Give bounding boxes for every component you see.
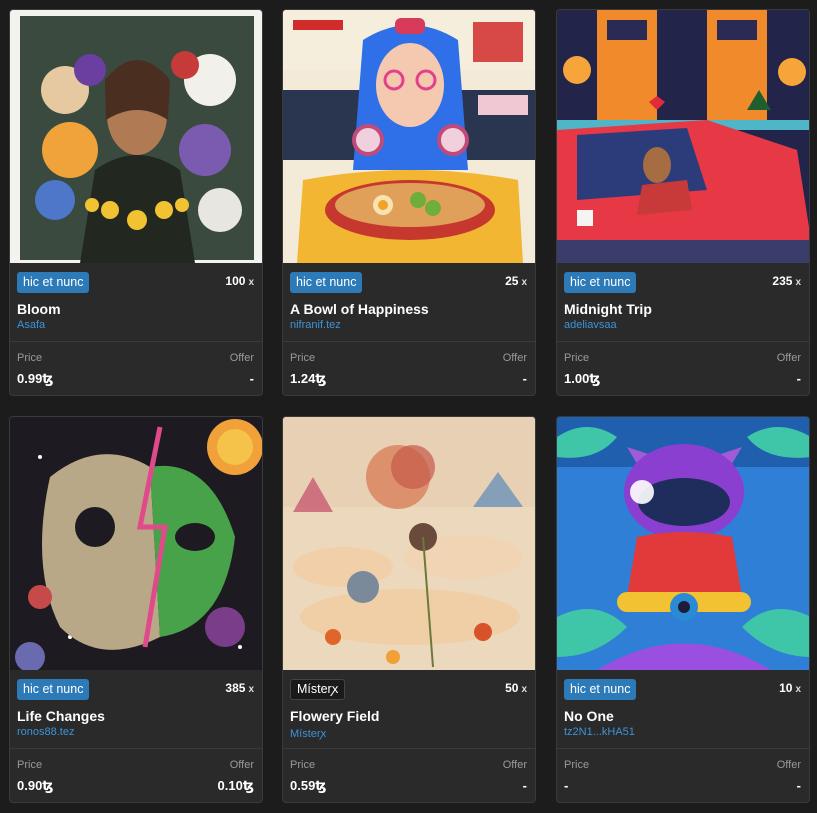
offer-label: Offer xyxy=(502,352,527,364)
divider xyxy=(557,341,809,342)
price-value: 0.99ꜩ xyxy=(17,371,54,386)
offer-value: - xyxy=(522,778,527,793)
offer-value: 0.10ꜩ xyxy=(217,778,254,793)
ramen-girl-art xyxy=(283,10,535,263)
edition-count: 100 x xyxy=(225,274,254,288)
offer-value: - xyxy=(249,371,254,386)
robot-cat-scooter-art xyxy=(557,417,809,670)
offer-label: Offer xyxy=(229,759,254,771)
nft-card[interactable]: Místerꭗ 50 x Flowery Field Místerꭗ Price … xyxy=(282,416,536,803)
artwork-image[interactable] xyxy=(10,417,262,670)
creator-link[interactable]: ronos88.tez xyxy=(17,726,74,738)
artwork-title[interactable]: Bloom xyxy=(17,301,61,317)
price-label: Price xyxy=(564,352,590,364)
artwork-title[interactable]: A Bowl of Happiness xyxy=(290,301,429,317)
price-label: Price xyxy=(564,759,590,771)
divider xyxy=(10,748,262,749)
nft-card[interactable]: hic et nunc 10 x No One tz2N1...kHA51 Pri… xyxy=(556,416,810,803)
skull-alien-art xyxy=(10,417,262,670)
artwork-title[interactable]: Life Changes xyxy=(17,708,105,724)
divider xyxy=(10,341,262,342)
creator-link[interactable]: adeliavsaa xyxy=(564,319,617,331)
car-night-city-art xyxy=(557,10,809,263)
price-value: 1.00ꜩ xyxy=(564,371,601,386)
artwork-image[interactable] xyxy=(283,417,535,670)
platform-badge[interactable]: hic et nunc xyxy=(17,272,90,293)
offer-value: - xyxy=(796,371,801,386)
creator-link[interactable]: Asafa xyxy=(17,319,45,331)
edition-count: 25 x xyxy=(505,274,527,288)
offer-label: Offer xyxy=(776,352,801,364)
nft-card[interactable]: hic et nunc 25 x A Bowl of Happiness nifr… xyxy=(282,9,536,396)
portrait-with-flowers-art xyxy=(10,10,262,263)
nft-card[interactable]: hic et nunc 235 x Midnight Trip adeliavsa… xyxy=(556,9,810,396)
artwork-title[interactable]: Flowery Field xyxy=(290,708,379,724)
flower-field-art xyxy=(283,417,535,670)
artwork-image[interactable] xyxy=(557,417,809,670)
offer-label: Offer xyxy=(776,759,801,771)
artwork-image[interactable] xyxy=(10,10,262,263)
price-label: Price xyxy=(17,352,43,364)
artwork-title[interactable]: Midnight Trip xyxy=(564,301,652,317)
edition-count: 50 x xyxy=(505,681,527,695)
divider xyxy=(283,748,535,749)
edition-count: 385 x xyxy=(225,681,254,695)
offer-value: - xyxy=(522,371,527,386)
artwork-image[interactable] xyxy=(283,10,535,263)
creator-link[interactable]: Místerꭗ xyxy=(290,726,326,741)
divider xyxy=(283,341,535,342)
creator-link[interactable]: tz2N1...kHA51 xyxy=(564,726,635,738)
platform-badge[interactable]: hic et nunc xyxy=(17,679,90,700)
artwork-title[interactable]: No One xyxy=(564,708,614,724)
platform-badge[interactable]: hic et nunc xyxy=(564,679,637,700)
nft-card[interactable]: hic et nunc 100 x Bloom Asafa Price Offer… xyxy=(9,9,263,396)
creator-link[interactable]: nifranif.tez xyxy=(290,319,341,331)
offer-label: Offer xyxy=(229,352,254,364)
price-label: Price xyxy=(17,759,43,771)
price-value: - xyxy=(564,778,569,793)
platform-badge[interactable]: hic et nunc xyxy=(290,272,363,293)
edition-count: 235 x xyxy=(772,274,801,288)
price-value: 0.59ꜩ xyxy=(290,778,327,793)
price-value: 0.90ꜩ xyxy=(17,778,54,793)
edition-count: 10 x xyxy=(779,681,801,695)
divider xyxy=(557,748,809,749)
offer-value: - xyxy=(796,778,801,793)
offer-label: Offer xyxy=(502,759,527,771)
price-label: Price xyxy=(290,352,316,364)
platform-badge[interactable]: Místerꭗ xyxy=(290,679,346,700)
price-value: 1.24ꜩ xyxy=(290,371,327,386)
platform-badge[interactable]: hic et nunc xyxy=(564,272,637,293)
artwork-image[interactable] xyxy=(557,10,809,263)
nft-card[interactable]: hic et nunc 385 x Life Changes ronos88.te… xyxy=(9,416,263,803)
price-label: Price xyxy=(290,759,316,771)
